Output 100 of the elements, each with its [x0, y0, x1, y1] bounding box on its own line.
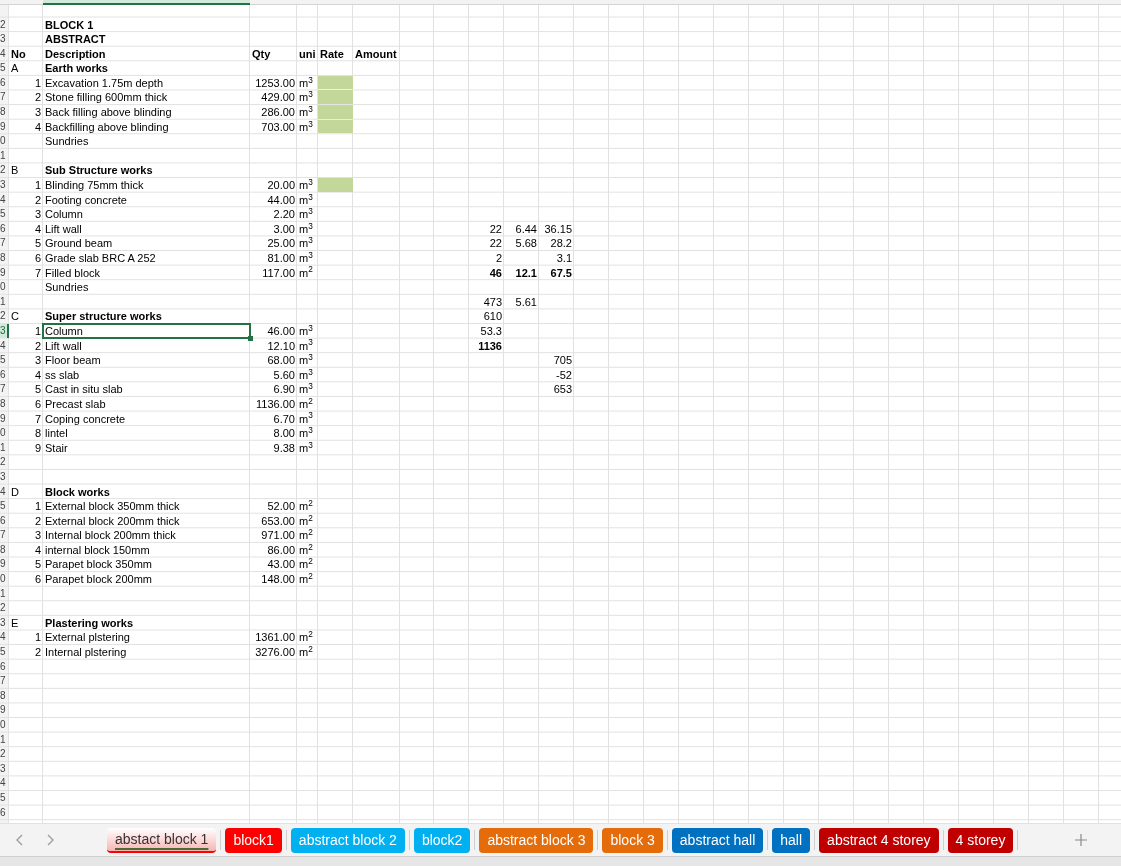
cell-text: 1136.00: [256, 397, 295, 410]
row-number[interactable]: 0: [0, 718, 9, 732]
row-number[interactable]: 6: [0, 75, 9, 90]
row-number[interactable]: 5: [0, 790, 9, 805]
row-number[interactable]: 4: [0, 192, 9, 207]
cell-text: m$^{2}$: [299, 631, 313, 644]
cell-text: ABSTRACT: [45, 33, 106, 46]
row-number[interactable]: 2: [0, 747, 9, 761]
cell-text: B: [11, 164, 19, 177]
cell-text: m$^{2}$: [299, 529, 313, 542]
row-number[interactable]: 3: [0, 323, 9, 338]
row-number[interactable]: 7: [0, 236, 9, 250]
row-number[interactable]: 0: [0, 134, 9, 148]
cell-text: External block 200mm thick: [45, 514, 180, 527]
cell-text: m$^{3}$: [299, 208, 313, 221]
row-number[interactable]: 1: [0, 732, 9, 747]
cell-text: Floor beam: [45, 354, 101, 367]
row-number[interactable]: 4: [0, 630, 9, 645]
row-number[interactable]: 4: [0, 338, 9, 353]
row-number[interactable]: 0: [0, 280, 9, 294]
sheet-tab[interactable]: hall: [772, 827, 811, 853]
row-number[interactable]: 1: [0, 294, 9, 309]
cell-text: 5.68: [515, 237, 537, 250]
cell-text: 4: [34, 120, 41, 133]
previous-sheet-icon[interactable]: [16, 834, 24, 846]
cell-text: m$^{3}$: [299, 76, 313, 89]
row-number[interactable]: 1: [0, 440, 9, 455]
row-number[interactable]: 0: [0, 572, 9, 586]
row-number[interactable]: 9: [0, 557, 9, 572]
row-number[interactable]: 1: [0, 148, 9, 163]
cell-text: Grade slab BRC A 252: [45, 252, 156, 264]
row-number[interactable]: 3: [0, 178, 9, 192]
row-number[interactable]: 2: [0, 601, 9, 615]
row-number[interactable]: 8: [0, 396, 9, 411]
row-number[interactable]: 9: [0, 265, 9, 280]
row-number[interactable]: 5: [0, 207, 9, 221]
cell-text: 2: [34, 339, 41, 352]
row-number[interactable]: 7: [0, 528, 9, 542]
fill-handle[interactable]: [248, 335, 253, 341]
row-number[interactable]: 4: [0, 776, 9, 790]
cell-text: Stone filling 600mm thick: [45, 91, 168, 104]
row-number[interactable]: 9: [0, 703, 9, 717]
row-number[interactable]: 7: [0, 674, 9, 688]
cell-text: 653: [553, 383, 572, 396]
cell-text: 12.1: [515, 266, 537, 279]
row-number[interactable]: 4: [0, 484, 9, 499]
row-number[interactable]: 6: [0, 513, 9, 528]
row-number[interactable]: 6: [0, 805, 9, 820]
cell-text: Backfilling above blinding: [45, 120, 169, 133]
sheet-tab[interactable]: abstact block 1: [107, 827, 217, 853]
row-number[interactable]: 8: [0, 251, 9, 265]
row-number[interactable]: 6: [0, 221, 9, 236]
row-number[interactable]: 3: [0, 761, 9, 776]
add-sheet-icon[interactable]: [1075, 834, 1087, 846]
row-number[interactable]: 5: [0, 645, 9, 659]
next-sheet-icon[interactable]: [46, 834, 54, 846]
cell-text: -52: [556, 368, 572, 381]
cell-text: 43.00: [267, 558, 295, 571]
cell-text: 4: [34, 368, 41, 381]
cell-text: 7: [34, 412, 41, 425]
row-number[interactable]: 8: [0, 105, 9, 119]
row-number[interactable]: 3: [0, 469, 9, 484]
row-number[interactable]: 2: [0, 17, 9, 32]
row-number[interactable]: 9: [0, 411, 9, 426]
row-number[interactable]: 2: [0, 455, 9, 469]
cell-text: Lift wall: [45, 339, 82, 352]
row-number[interactable]: 5: [0, 61, 9, 75]
sheet-tab[interactable]: 4 storey: [947, 827, 1014, 853]
cell-text: 1: [34, 76, 41, 89]
cell-text: C: [11, 310, 19, 323]
row-number[interactable]: 8: [0, 688, 9, 703]
row-number[interactable]: 4: [0, 46, 9, 61]
cell-text: Internal plstering: [45, 646, 127, 659]
cell-text: 1361.00: [255, 631, 295, 644]
sheet-tab[interactable]: abstract hall: [671, 827, 764, 853]
row-number[interactable]: 5: [0, 499, 9, 513]
cell-text: m$^{3}$: [299, 252, 313, 264]
row-number[interactable]: 0: [0, 426, 9, 440]
row-number[interactable]: 2: [0, 309, 9, 323]
cell-text: m$^{2}$: [299, 646, 313, 659]
cell-text: 6: [34, 397, 41, 410]
row-number[interactable]: 5: [0, 353, 9, 367]
cell-text: 429.00: [261, 91, 295, 104]
cell-text: 653.00: [261, 514, 295, 527]
row-number[interactable]: 8: [0, 542, 9, 557]
cell-text: 4: [34, 222, 41, 235]
row-number[interactable]: 6: [0, 659, 9, 674]
row-number[interactable]: 6: [0, 367, 9, 382]
sheet-tab[interactable]: abstract 4 storey: [819, 827, 939, 853]
sheet-tab[interactable]: block1: [225, 827, 282, 853]
row-number[interactable]: 3: [0, 615, 9, 630]
row-number[interactable]: 1: [0, 586, 9, 601]
cell-text: Excavation 1.75m depth: [45, 76, 164, 89]
cell-text: 2.20: [273, 208, 295, 221]
row-number[interactable]: 7: [0, 382, 9, 396]
row-number[interactable]: 3: [0, 32, 9, 46]
row-number[interactable]: 2: [0, 163, 9, 178]
cell-text: BLOCK 1: [45, 18, 94, 31]
row-number[interactable]: 9: [0, 119, 9, 134]
row-number[interactable]: 7: [0, 90, 9, 105]
